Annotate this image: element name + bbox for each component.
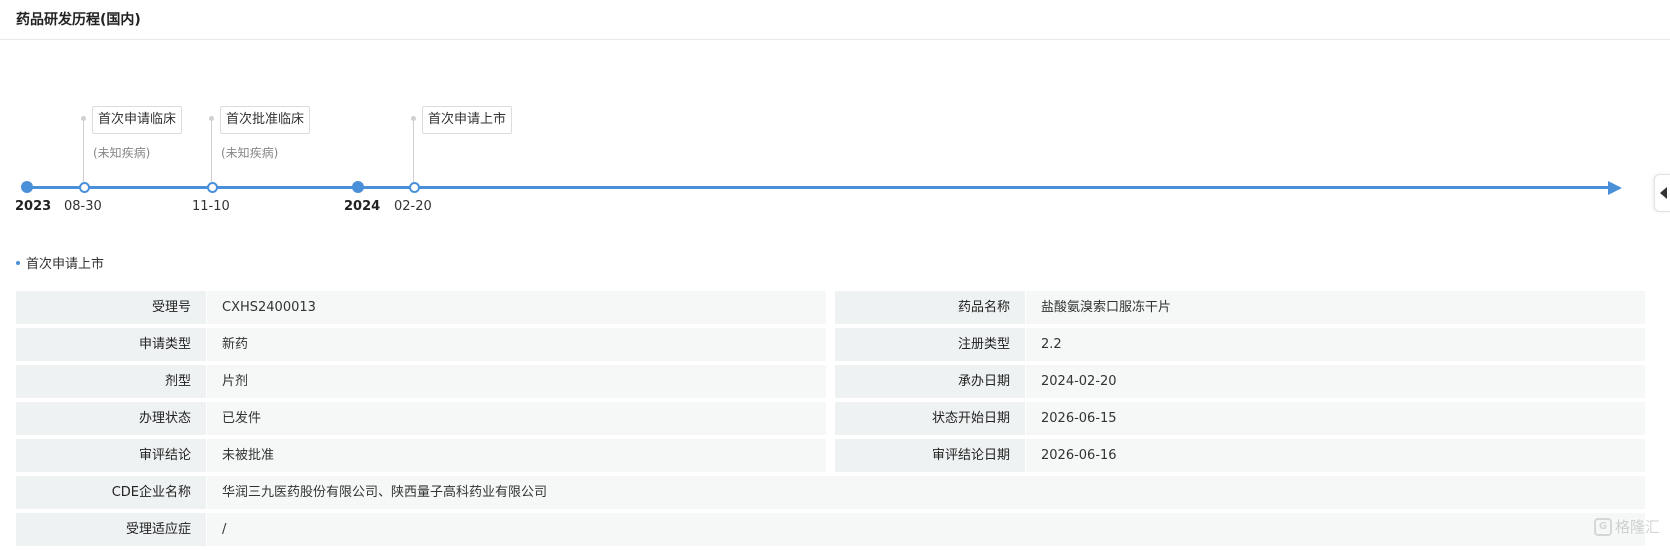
info-row: 审评结论 未被批准 审评结论日期 2026-06-16 [16, 439, 1645, 472]
field-value: CXHS2400013 [207, 291, 826, 324]
field-label: CDE企业名称 [16, 476, 206, 509]
field-label: 申请类型 [16, 328, 206, 361]
event-marker[interactable] [409, 182, 420, 193]
field-label: 受理适应症 [16, 513, 206, 546]
info-row: 受理号 CXHS2400013 药品名称 盐酸氨溴索口服冻干片 [16, 291, 1645, 324]
event-card[interactable]: 首次批准临床 [220, 106, 311, 134]
info-row: 申请类型 新药 注册类型 2.2 [16, 328, 1645, 361]
field-value: 华润三九医药股份有限公司、陕西量子高科药业有限公司 [207, 476, 1645, 509]
page-title: 药品研发历程(国内) [16, 12, 141, 28]
field-value: 2026-06-15 [1026, 402, 1645, 435]
event-connector-dot [209, 116, 214, 121]
field-label: 受理号 [16, 291, 206, 324]
info-row: 剂型 片剂 承办日期 2024-02-20 [16, 365, 1645, 398]
development-timeline: 2023 08-30 首次申请临床 (未知疾病) 11-10 首次批准临床 (未… [0, 40, 1670, 220]
field-value: / [207, 513, 1645, 546]
year-label: 2024 [344, 199, 381, 214]
year-label: 2023 [15, 199, 52, 214]
event-connector-dot [81, 116, 86, 121]
watermark: G 格隆汇 [1594, 516, 1660, 537]
info-row: 受理适应症 / [16, 513, 1645, 546]
section-title-text: 首次申请上市 [26, 257, 105, 272]
watermark-text: 格隆汇 [1615, 518, 1661, 536]
info-row: 办理状态 已发件 状态开始日期 2026-06-15 [16, 402, 1645, 435]
field-value: 已发件 [207, 402, 826, 435]
bullet-icon [16, 260, 20, 265]
field-value: 未被批准 [207, 439, 826, 472]
field-label: 剂型 [16, 365, 206, 398]
field-label: 药品名称 [835, 291, 1025, 324]
timeline-arrow-icon [1608, 181, 1622, 195]
field-label: 办理状态 [16, 402, 206, 435]
chevron-left-icon [1660, 187, 1667, 199]
event-date: 11-10 [192, 199, 230, 214]
event-subtitle: (未知疾病) [93, 146, 151, 160]
year-marker [21, 181, 33, 193]
field-label: 审评结论 [16, 439, 206, 472]
field-label: 审评结论日期 [835, 439, 1025, 472]
info-row: CDE企业名称 华润三九医药股份有限公司、陕西量子高科药业有限公司 [16, 476, 1645, 509]
field-value: 2.2 [1026, 328, 1645, 361]
event-connector-dot [411, 116, 416, 121]
event-card[interactable]: 首次申请上市 [422, 106, 513, 134]
field-label: 状态开始日期 [835, 402, 1025, 435]
application-info-table: 受理号 CXHS2400013 药品名称 盐酸氨溴索口服冻干片 申请类型 新药 注册类… [16, 291, 1645, 550]
page-header: 药品研发历程(国内) [0, 0, 1670, 40]
field-value: 2024-02-20 [1026, 365, 1645, 398]
field-value: 2026-06-16 [1026, 439, 1645, 472]
field-label: 注册类型 [835, 328, 1025, 361]
event-marker[interactable] [207, 182, 218, 193]
event-connector [83, 118, 84, 182]
watermark-logo-icon: G [1594, 517, 1612, 536]
event-card[interactable]: 首次申请临床 [92, 106, 183, 134]
event-date: 08-30 [64, 199, 102, 214]
field-value: 盐酸氨溴索口服冻干片 [1026, 291, 1645, 324]
timeline-axis [26, 186, 1610, 189]
event-subtitle: (未知疾病) [221, 146, 279, 160]
event-connector [413, 118, 414, 182]
event-connector [211, 118, 212, 182]
field-value: 片剂 [207, 365, 826, 398]
event-date: 02-20 [394, 199, 432, 214]
year-marker [352, 181, 364, 193]
event-marker[interactable] [79, 182, 90, 193]
field-value: 新药 [207, 328, 826, 361]
collapse-panel-button[interactable] [1654, 174, 1670, 212]
section-heading: 首次申请上市 [16, 253, 104, 272]
field-label: 承办日期 [835, 365, 1025, 398]
